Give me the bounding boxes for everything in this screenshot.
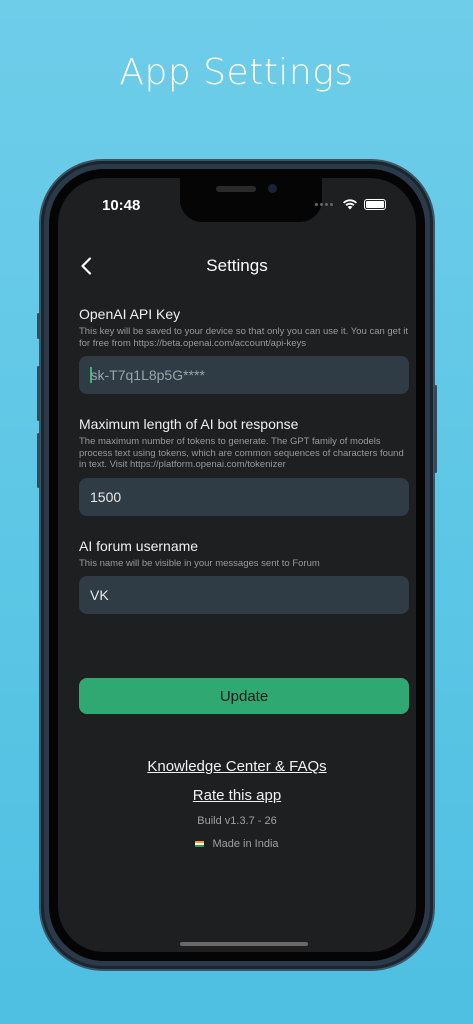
wifi-icon: [343, 199, 357, 210]
username-description: This name will be visible in your messag…: [79, 557, 320, 569]
max-length-input[interactable]: 1500: [79, 477, 409, 516]
max-length-section: Maximum length of AI bot response The ma…: [79, 416, 409, 516]
build-version: Build v1.3.7 - 26: [197, 815, 277, 827]
username-section: AI forum username This name will be visi…: [79, 537, 409, 614]
settings-form: OpenAI API Key This key will be saved to…: [79, 306, 409, 626]
api-key-input[interactable]: sk-T7q1L8p5G****: [79, 356, 409, 394]
mute-switch: [37, 313, 40, 339]
speaker: [216, 186, 256, 192]
battery-icon: [364, 198, 386, 210]
max-length-value: 1500: [90, 488, 122, 505]
api-key-label: OpenAI API Key: [79, 306, 181, 322]
rate-app-link[interactable]: Rate this app: [58, 787, 416, 804]
api-key-description: This key will be saved to your device so…: [79, 326, 408, 349]
max-length-description: The maximum number of tokens to generate…: [79, 436, 404, 470]
volume-down-button: [37, 433, 40, 488]
made-in-text: Made in India: [212, 838, 279, 850]
screen: 10:48 Settings OpenAI API Key This key w…: [58, 178, 416, 952]
power-button: [434, 385, 437, 473]
username-label: AI forum username: [79, 537, 199, 554]
username-value: VK: [90, 587, 109, 603]
signal-icon: [315, 202, 333, 206]
status-time: 10:48: [102, 197, 141, 214]
volume-up-button: [37, 366, 40, 421]
phone-frame: 10:48 Settings OpenAI API Key This key w…: [37, 161, 437, 969]
api-key-section: OpenAI API Key This key will be saved to…: [79, 306, 409, 394]
status-icons: [315, 198, 386, 210]
camera: [268, 184, 277, 193]
update-button[interactable]: Update: [79, 678, 409, 714]
notch: [180, 178, 322, 222]
home-indicator: [180, 942, 308, 946]
api-key-value: sk-T7q1L8p5G****: [90, 367, 205, 383]
username-input[interactable]: VK: [79, 576, 409, 614]
knowledge-center-link[interactable]: Knowledge Center & FAQs: [58, 758, 416, 775]
max-length-label: Maximum length of AI bot response: [79, 416, 299, 432]
india-flag-icon: [195, 840, 205, 848]
page-title: Settings: [206, 256, 268, 275]
nav-bar: Settings: [58, 246, 416, 286]
made-in: Made in India: [58, 838, 416, 850]
promo-title: App Settings: [119, 52, 354, 93]
phone-bezel: 10:48 Settings OpenAI API Key This key w…: [49, 169, 425, 961]
